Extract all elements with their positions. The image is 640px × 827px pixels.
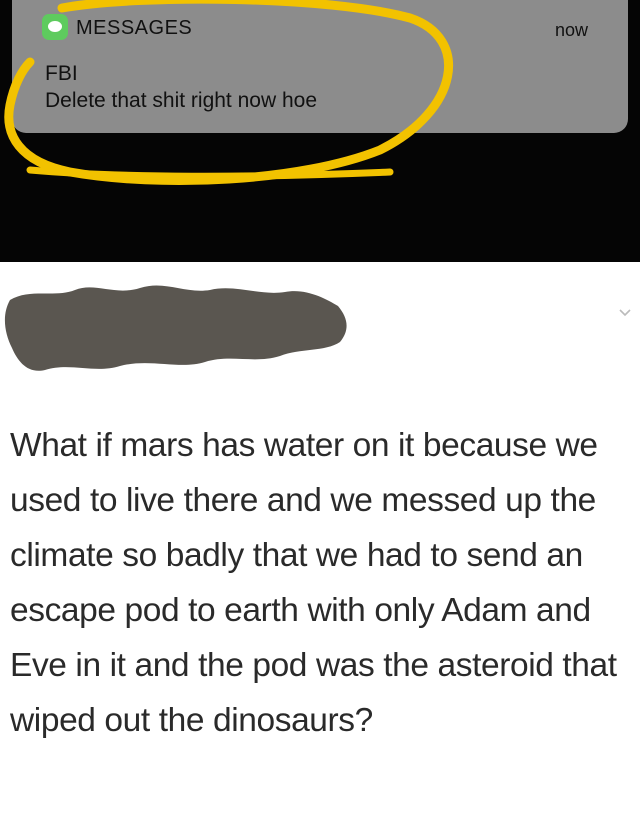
notification-time: now [554, 20, 588, 40]
chevron-down-icon[interactable] [618, 306, 632, 320]
notification-message: Delete that shit right now hoe [45, 89, 317, 112]
notification-backdrop: MESSAGES now FBI Delete that shit right … [0, 0, 640, 262]
message-notification[interactable]: MESSAGES now FBI Delete that shit right … [12, 0, 628, 133]
notification-sender: FBI [45, 62, 78, 85]
redacted-username [4, 285, 347, 371]
post-body: What if mars has water on it because we … [10, 427, 617, 739]
messages-app-icon [42, 14, 68, 40]
notification-app-name: MESSAGES [76, 17, 193, 39]
